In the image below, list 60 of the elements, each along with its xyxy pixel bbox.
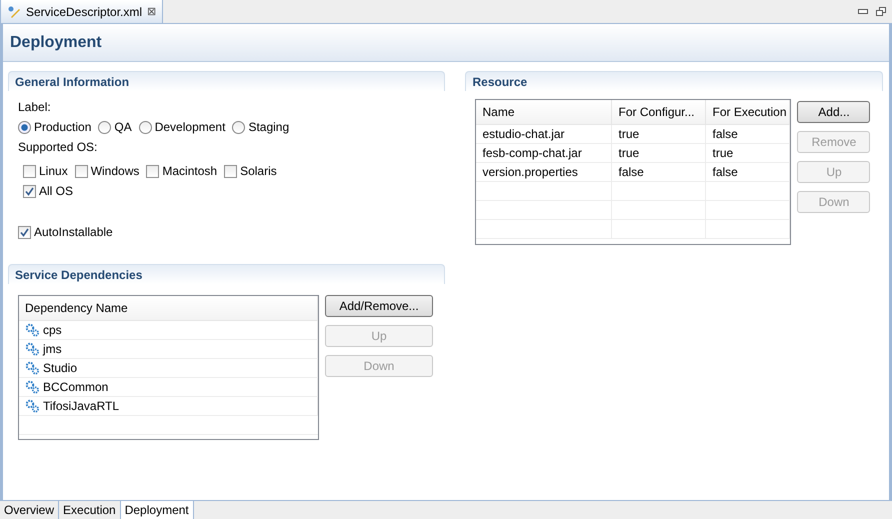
radio-button[interactable] (18, 120, 31, 134)
gears-icon (25, 380, 40, 394)
table-cell: estudio-chat.jar (476, 125, 612, 143)
checkmark-icon (20, 228, 29, 236)
radio-label: QA (114, 120, 132, 134)
gears-icon (25, 323, 40, 337)
checkbox[interactable] (224, 164, 238, 178)
section-title: Service Dependencies (15, 268, 142, 282)
checkbox-label: Macintosh (162, 164, 218, 178)
dependency-row[interactable]: BCCommon (19, 378, 318, 396)
checkbox[interactable] (74, 164, 88, 178)
table-cell: false (706, 163, 790, 181)
gears-icon (25, 399, 40, 413)
radio-button[interactable] (232, 120, 246, 134)
checkmark-icon (25, 186, 34, 196)
checkbox-label: Linux (39, 164, 68, 178)
column-header[interactable]: Name (476, 100, 612, 124)
action-button[interactable]: Add/Remove... (325, 295, 433, 317)
action-button[interactable]: Add... (797, 101, 870, 123)
minimize-icon[interactable] (858, 8, 868, 14)
checkbox-label: AutoInstallable (34, 225, 113, 239)
table-cell: true (612, 144, 706, 162)
checkbox-label: Solaris (240, 164, 277, 178)
dependency-row[interactable]: Studio (19, 359, 318, 377)
table-cell: fesb-comp-chat.jar (476, 144, 612, 162)
gears-icon (25, 361, 40, 375)
restore-icon[interactable] (876, 6, 886, 16)
column-header[interactable]: For Configur... (612, 100, 706, 124)
gears-icon (25, 342, 40, 356)
field-label: Label: (18, 100, 51, 114)
section-title: General Information (15, 74, 130, 88)
radio-label: Production (34, 120, 92, 134)
radio-button[interactable] (98, 120, 112, 134)
checkbox[interactable] (146, 164, 160, 178)
table-cell: true (612, 125, 706, 143)
checkbox[interactable] (23, 164, 36, 178)
checkbox-label: All OS (39, 184, 74, 198)
column-header[interactable]: Dependency Name (19, 296, 318, 320)
dependency-row[interactable]: cps (19, 321, 318, 339)
dependency-row[interactable]: jms (19, 340, 318, 358)
checkbox[interactable] (23, 184, 36, 198)
checkbox[interactable] (18, 226, 31, 238)
section-title: Resource (472, 74, 528, 88)
close-icon[interactable]: ⊠ (147, 5, 156, 18)
table-cell: true (706, 144, 790, 162)
editor-tab[interactable]: ServiceDescriptor.xml ⊠ (0, 0, 164, 23)
radio-button[interactable] (138, 120, 152, 134)
radio-label: Development (154, 120, 226, 134)
checkbox-label: Windows (90, 164, 140, 178)
page-tab[interactable]: Deployment (120, 501, 194, 519)
table-cell: false (612, 163, 706, 181)
table-cell: false (706, 125, 790, 143)
tab-title: ServiceDescriptor.xml (26, 4, 142, 18)
radio-label: Staging (248, 120, 290, 134)
page-title: Deployment (10, 34, 102, 52)
dependency-row[interactable]: TifosiJavaRTL (19, 397, 318, 415)
field-label: Supported OS: (18, 140, 98, 154)
column-header[interactable]: For Execution (706, 100, 790, 124)
pencil-file-icon (7, 4, 21, 18)
table-cell: version.properties (476, 163, 612, 181)
